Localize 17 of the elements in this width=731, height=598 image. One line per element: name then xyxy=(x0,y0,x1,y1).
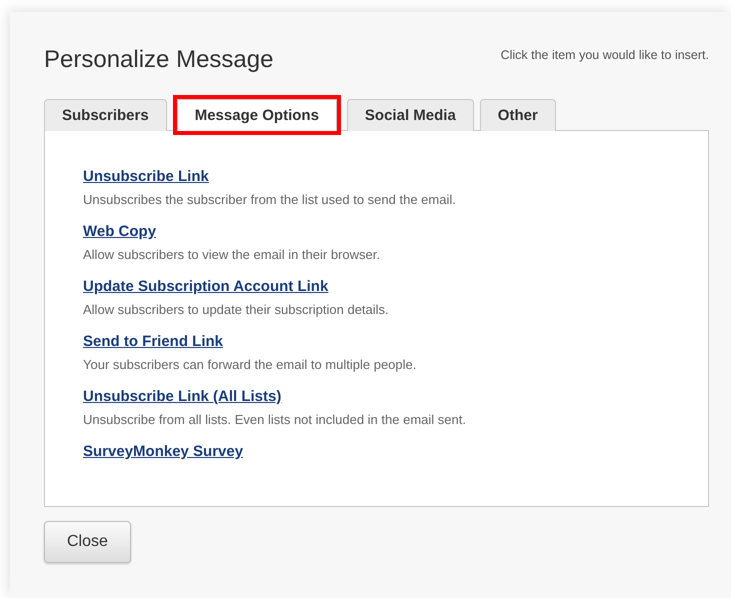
insert-link[interactable]: SurveyMonkey Survey xyxy=(83,442,244,461)
insert-link[interactable]: Unsubscribe Link xyxy=(83,166,209,186)
link-description: Unsubscribes the subscriber from the list used to send the email. xyxy=(83,190,457,208)
link-description: Unsubscribe from all lists. Even lists not included in the email sent. xyxy=(83,410,467,428)
link-description: Allow subscribers to view the email in their browser. xyxy=(83,246,381,263)
close-button[interactable]: Close xyxy=(44,520,131,563)
instruction-text: Click the item you would like to insert. xyxy=(500,47,709,64)
tab[interactable]: Subscribers xyxy=(44,98,167,131)
tab[interactable]: Other xyxy=(480,98,556,131)
insert-link[interactable]: Unsubscribe Link (All Lists) xyxy=(83,386,282,406)
link-description: Allow subscribers to update their subscription details. xyxy=(83,300,390,318)
insert-link[interactable]: Send to Friend Link xyxy=(83,332,224,351)
dialog-title: Personalize Message xyxy=(44,46,274,75)
insert-link[interactable]: Web Copy xyxy=(83,222,156,241)
tab[interactable]: Social Media xyxy=(346,98,474,131)
link-description: Your subscribers can forward the email to multiple people. xyxy=(83,356,418,373)
insert-link[interactable]: Update Subscription Account Link xyxy=(83,276,328,296)
